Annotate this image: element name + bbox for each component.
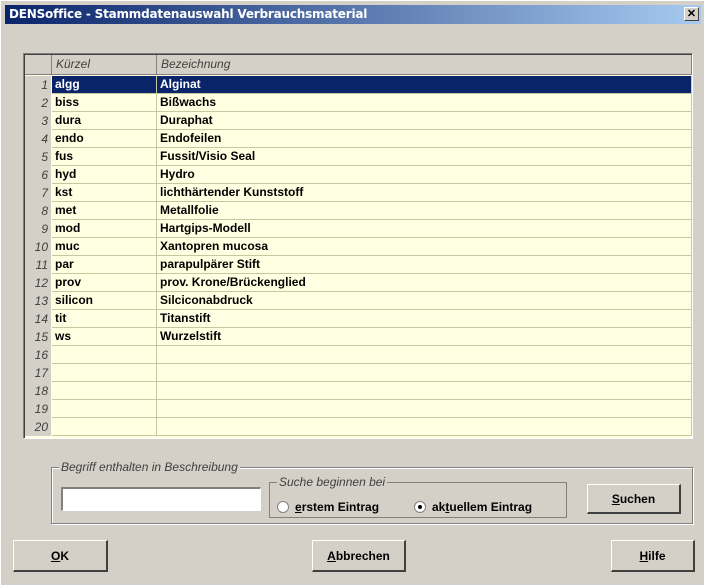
radio-first-entry-label: erstem Eintrag [295,500,380,514]
cell-bezeichnung[interactable]: Wurzelstift [157,328,692,346]
cell-kuerzel[interactable]: muc [52,238,157,256]
search-input[interactable] [61,487,261,511]
search-button[interactable]: Suchen [587,484,681,514]
cell-kuerzel[interactable]: algg [52,76,157,94]
cell-bezeichnung[interactable] [157,400,692,418]
row-number[interactable]: 13 [25,292,51,310]
cell-bezeichnung[interactable]: Silciconabdruck [157,292,692,310]
cell-bezeichnung[interactable]: Xantopren mucosa [157,238,692,256]
cell-kuerzel[interactable] [52,364,157,382]
title-bar[interactable]: DENSoffice - Stammdatenauswahl Verbrauch… [5,5,701,24]
radio-first-entry-circle[interactable] [277,501,289,513]
row-number[interactable]: 14 [25,310,51,328]
cell-kuerzel[interactable]: kst [52,184,157,202]
cell-kuerzel[interactable] [52,400,157,418]
cell-bezeichnung[interactable]: parapulpärer Stift [157,256,692,274]
material-table-body: Kürzel Bezeichnung 1 algg Alginat 2 biss Bißw… [24,54,692,438]
cell-kuerzel[interactable]: dura [52,112,157,130]
column-header-bezeichnung[interactable]: Bezeichnung [157,55,692,75]
cell-bezeichnung[interactable] [157,418,692,436]
row-number[interactable]: 1 [25,76,51,94]
cell-kuerzel[interactable] [52,382,157,400]
search-group-label: Begriff enthalten in Beschreibung [59,460,240,474]
cell-kuerzel[interactable]: tit [52,310,157,328]
row-number[interactable]: 3 [25,112,51,130]
row-number[interactable]: 12 [25,274,51,292]
cell-bezeichnung[interactable]: Metallfolie [157,202,692,220]
row-number[interactable]: 5 [25,148,51,166]
cell-bezeichnung[interactable]: Hydro [157,166,692,184]
radio-first-entry[interactable]: erstem Eintrag [277,500,379,514]
radio-current-entry-label: aktuellem Eintrag [432,500,533,514]
cell-bezeichnung[interactable] [157,346,692,364]
cell-bezeichnung[interactable] [157,364,692,382]
row-number[interactable]: 7 [25,184,51,202]
cell-bezeichnung[interactable]: Titanstift [157,310,692,328]
ok-button[interactable]: OK [13,540,108,572]
column-header-kuerzel[interactable]: Kürzel [52,55,157,75]
cell-bezeichnung[interactable]: Alginat [157,76,692,94]
cell-bezeichnung[interactable]: Duraphat [157,112,692,130]
cell-kuerzel[interactable]: ws [52,328,157,346]
close-icon[interactable]: ✕ [684,7,699,21]
cell-bezeichnung[interactable]: Endofeilen [157,130,692,148]
cell-kuerzel[interactable]: hyd [52,166,157,184]
radio-current-entry[interactable]: aktuellem Eintrag [414,500,532,514]
row-number[interactable]: 8 [25,202,51,220]
cell-kuerzel[interactable]: endo [52,130,157,148]
cell-kuerzel[interactable]: fus [52,148,157,166]
row-number[interactable]: 11 [25,256,51,274]
cancel-button[interactable]: Abbrechen [312,540,406,572]
cell-bezeichnung[interactable]: Bißwachs [157,94,692,112]
cell-kuerzel[interactable]: prov [52,274,157,292]
cell-kuerzel[interactable]: biss [52,94,157,112]
cell-kuerzel[interactable]: met [52,202,157,220]
row-number[interactable]: 15 [25,328,51,346]
cell-bezeichnung[interactable]: lichthärtender Kunststoff [157,184,692,202]
row-number[interactable]: 17 [25,364,51,382]
row-number[interactable]: 10 [25,238,51,256]
cell-bezeichnung[interactable]: prov. Krone/Brückenglied [157,274,692,292]
cell-bezeichnung[interactable] [157,382,692,400]
row-number[interactable]: 9 [25,220,51,238]
cell-kuerzel[interactable] [52,346,157,364]
row-number[interactable]: 19 [25,400,51,418]
row-number[interactable]: 2 [25,94,51,112]
window-title: DENSoffice - Stammdatenauswahl Verbrauch… [9,7,368,21]
search-start-label: Suche beginnen bei [277,475,388,489]
row-number[interactable]: 4 [25,130,51,148]
cell-kuerzel[interactable]: silicon [52,292,157,310]
table-corner [25,55,52,75]
cell-bezeichnung[interactable]: Fussit/Visio Seal [157,148,692,166]
cell-bezeichnung[interactable]: Hartgips-Modell [157,220,692,238]
help-button[interactable]: Hilfe [611,540,695,572]
dialog-window: DENSoffice - Stammdatenauswahl Verbrauch… [0,0,704,585]
cell-kuerzel[interactable]: mod [52,220,157,238]
cell-kuerzel[interactable]: par [52,256,157,274]
radio-current-entry-circle[interactable] [414,501,426,513]
row-number[interactable]: 18 [25,382,51,400]
material-table: Kürzel Bezeichnung 1 algg Alginat 2 biss Bißw… [23,53,693,439]
row-number[interactable]: 20 [25,418,51,436]
row-number[interactable]: 16 [25,346,51,364]
cell-kuerzel[interactable] [52,418,157,436]
row-number[interactable]: 6 [25,166,51,184]
